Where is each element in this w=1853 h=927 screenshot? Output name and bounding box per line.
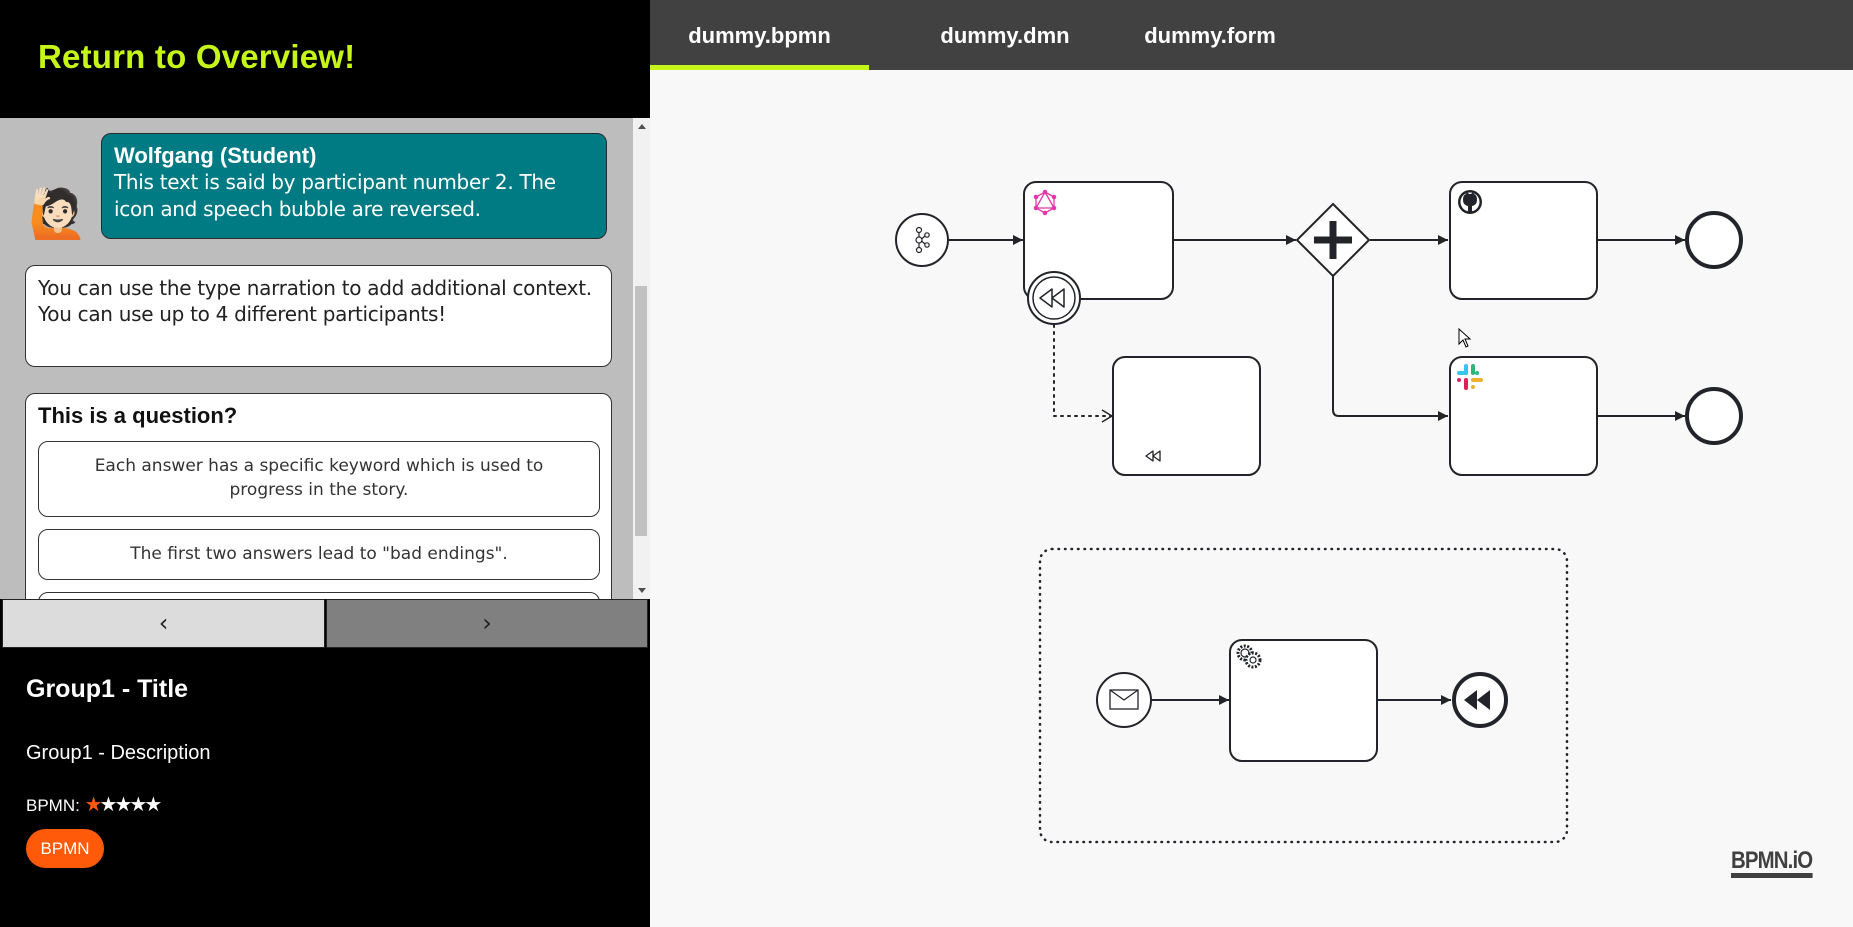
story-sidebar: Return to Overview! 🙋🏻 Wolfgang (Student… xyxy=(0,0,650,927)
star-empty-icon: ★ xyxy=(99,794,118,816)
speaker-name: Wolfgang (Student) xyxy=(114,143,317,168)
association[interactable] xyxy=(1053,324,1113,416)
chat-panel[interactable]: 🙋🏻 Wolfgang (Student) This text is said … xyxy=(0,118,650,599)
person-raising-hand-icon: 🙋🏻 xyxy=(28,186,88,242)
group-info: Group1 - Title Group1 - Description BPMN… xyxy=(26,675,211,868)
previous-button[interactable]: ‹ xyxy=(2,599,325,648)
next-button[interactable]: › xyxy=(326,599,648,648)
service-task[interactable] xyxy=(1229,639,1378,762)
parallel-gateway[interactable] xyxy=(1295,202,1371,278)
scroll-down-arrow-icon[interactable] xyxy=(638,588,646,593)
group-title: Group1 - Title xyxy=(26,675,189,703)
github-icon xyxy=(1458,190,1482,214)
return-to-overview-link[interactable]: Return to Overview! xyxy=(38,38,355,76)
answer-option[interactable]: Each answer has a specific keyword which… xyxy=(38,441,600,517)
group-description: Group1 - Description xyxy=(26,742,211,764)
bpmn-badge: BPMN xyxy=(26,829,104,868)
tab-dummy-form[interactable]: dummy.form xyxy=(1105,0,1315,70)
file-tabs: dummy.bpmn dummy.dmn dummy.form xyxy=(650,0,1853,70)
scroll-up-arrow-icon[interactable] xyxy=(638,124,646,129)
end-event[interactable] xyxy=(1685,387,1743,445)
question-title: This is a question? xyxy=(38,403,238,428)
compensation-end-event[interactable] xyxy=(1452,672,1508,728)
bpmn-rating: BPMN: ★★★★★ xyxy=(26,792,326,817)
star-empty-icon: ★ xyxy=(114,794,132,816)
question-box: This is a question? Each answer has a sp… xyxy=(25,393,612,599)
bpmn-io-logo[interactable]: BPMN.iO xyxy=(1731,849,1813,878)
speech-bubble: Wolfgang (Student) This text is said by … xyxy=(101,133,607,239)
sequence-flow[interactable] xyxy=(1332,276,1448,421)
rating-label: BPMN: xyxy=(26,796,80,815)
end-event[interactable] xyxy=(1685,211,1743,269)
scrollbar-thumb[interactable] xyxy=(635,286,647,536)
narration-box: You can use the type narration to add ad… xyxy=(25,265,612,367)
bpmn-canvas[interactable] xyxy=(650,70,1853,927)
star-rating: ★★★★★ xyxy=(84,794,163,816)
chat-scrollbar[interactable] xyxy=(633,118,650,599)
mouse-cursor-icon xyxy=(1458,328,1472,348)
star-filled-icon: ★ xyxy=(84,794,103,816)
start-event[interactable] xyxy=(895,213,949,267)
task-slack[interactable] xyxy=(1449,356,1598,476)
chat-navigation: ‹ › xyxy=(0,599,650,649)
star-empty-icon: ★ xyxy=(129,794,147,816)
task-github[interactable] xyxy=(1449,181,1598,300)
speech-text: This text is said by participant number … xyxy=(114,170,556,221)
star-empty-icon: ★ xyxy=(144,794,162,816)
message-start-event[interactable] xyxy=(1096,672,1152,728)
compensation-task[interactable] xyxy=(1112,356,1261,476)
tab-dummy-dmn[interactable]: dummy.dmn xyxy=(905,0,1105,70)
tab-dummy-bpmn[interactable]: dummy.bpmn xyxy=(650,0,869,70)
answer-option[interactable] xyxy=(38,592,600,599)
boundary-compensation-event[interactable] xyxy=(1027,271,1081,325)
answer-option[interactable]: The first two answers lead to "bad endin… xyxy=(38,529,600,580)
